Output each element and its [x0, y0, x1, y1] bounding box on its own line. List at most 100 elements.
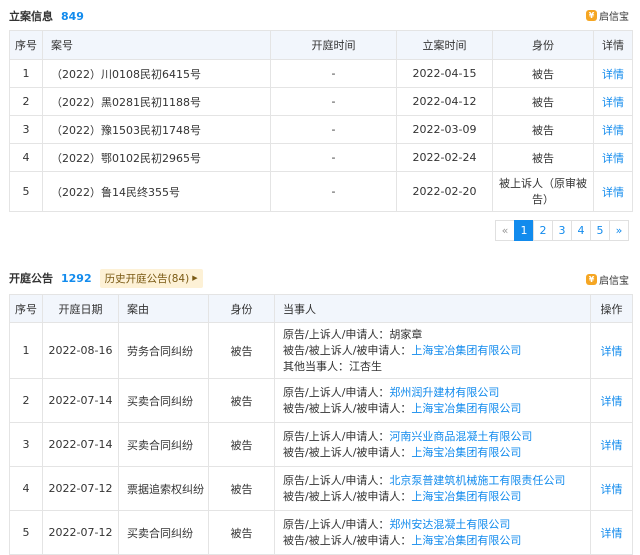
detail-link[interactable]: 详情	[590, 322, 633, 379]
page-button-1[interactable]: 1	[514, 220, 534, 241]
party-label: 原告/上诉人/申请人：	[283, 517, 390, 531]
party-label: 原告/上诉人/申请人：	[283, 385, 390, 399]
history-hearings-link[interactable]: 历史开庭公告(84) ▶	[99, 268, 203, 288]
filing-count: 849	[61, 9, 84, 23]
party-name-link[interactable]: 上海宝冶集团有限公司	[411, 534, 521, 547]
table-row: 1 2022-08-16 劳务合同纠纷 被告 原告/上诉人/申请人：胡家章 被告/被上诉人…	[9, 322, 633, 379]
case-number: （2022）鲁14民终355号	[42, 171, 271, 212]
detail-link[interactable]: 详情	[593, 143, 633, 172]
party-name-link[interactable]: 上海宝冶集团有限公司	[411, 490, 521, 503]
table-row: 2 2022-07-14 买卖合同纠纷 被告 原告/上诉人/申请人：郑州润升建材有限公司…	[9, 378, 633, 423]
party-line: 原告/上诉人/申请人：北京泵普建筑机械施工有限责任公司	[283, 473, 590, 489]
col-header: 身份	[492, 30, 594, 60]
case-number: （2022）川0108民初6415号	[42, 59, 271, 88]
party-name-link[interactable]: 郑州安达混凝土有限公司	[389, 518, 510, 531]
brand-mark: ¥ 启信宝	[586, 272, 629, 287]
table-row: 5 2022-07-12 买卖合同纠纷 被告 原告/上诉人/申请人：郑州安达混凝土有限公…	[9, 510, 633, 555]
party-line: 被告/被上诉人/被申请人：上海宝冶集团有限公司	[283, 401, 590, 417]
party-name-link[interactable]: 郑州润升建材有限公司	[389, 386, 499, 399]
table-row: 2 （2022）黑0281民初1188号 -2022-04-12 被告 详情	[9, 87, 633, 116]
col-header: 立案时间	[396, 30, 493, 60]
party-label: 其他当事人：	[283, 359, 349, 373]
hearing-time: -	[270, 115, 397, 144]
col-header: 当事人	[274, 294, 591, 323]
page-button-4[interactable]: 4	[571, 220, 591, 241]
detail-link[interactable]: 详情	[593, 171, 633, 212]
party-label: 被告/被上诉人/被申请人：	[283, 445, 412, 459]
detail-link[interactable]: 详情	[593, 59, 633, 88]
party-role: 被告	[492, 59, 594, 88]
party-role: 被告	[208, 422, 275, 467]
page-prev-button[interactable]: «	[495, 220, 515, 241]
detail-link[interactable]: 详情	[590, 466, 633, 511]
case-cause: 买卖合同纠纷	[118, 378, 209, 423]
detail-link[interactable]: 详情	[590, 378, 633, 423]
party-name-link[interactable]: 上海宝冶集团有限公司	[411, 344, 521, 357]
page-button-3[interactable]: 3	[552, 220, 572, 241]
col-header: 操作	[590, 294, 633, 323]
chevron-right-icon: ▶	[192, 274, 198, 282]
hearing-time: -	[270, 171, 397, 212]
case-number: （2022）鄂0102民初2965号	[42, 143, 271, 172]
row-number: 4	[9, 143, 43, 172]
filing-header-row: 序号 案号 开庭时间 立案时间 身份 详情	[9, 30, 633, 60]
party-role: 被告	[492, 143, 594, 172]
col-header: 开庭时间	[270, 30, 397, 60]
party-label: 原告/上诉人/申请人：	[283, 429, 390, 443]
table-row: 4 2022-07-12 票据追索权纠纷 被告 原告/上诉人/申请人：北京泵普建筑机械施…	[9, 466, 633, 511]
case-cause: 买卖合同纠纷	[118, 422, 209, 467]
page-button-5[interactable]: 5	[590, 220, 610, 241]
party-line: 被告/被上诉人/被申请人：上海宝冶集团有限公司	[283, 533, 590, 549]
detail-link[interactable]: 详情	[593, 87, 633, 116]
pagination: « 1 2 3 4 5 »	[495, 220, 629, 241]
row-number: 1	[9, 59, 43, 88]
row-number: 2	[9, 87, 43, 116]
brand-label: 启信宝	[599, 12, 629, 23]
row-number: 3	[9, 422, 43, 467]
party-name-link[interactable]: 上海宝冶集团有限公司	[411, 402, 521, 415]
detail-link[interactable]: 详情	[590, 422, 633, 467]
case-cause: 劳务合同纠纷	[118, 322, 209, 379]
brand-logo-icon: ¥	[586, 10, 597, 21]
page-next-button[interactable]: »	[609, 220, 629, 241]
hearing-title: 开庭公告	[9, 272, 53, 285]
hearing-date: 2022-07-12	[42, 466, 119, 511]
party-role: 被告	[208, 510, 275, 555]
party-label: 被告/被上诉人/被申请人：	[283, 343, 412, 357]
parties-cell: 原告/上诉人/申请人：胡家章 被告/被上诉人/被申请人：上海宝冶集团有限公司 其他当…	[274, 322, 591, 379]
party-name-link[interactable]: 上海宝冶集团有限公司	[411, 446, 521, 459]
party-role: 被告	[208, 322, 275, 379]
party-role: 被告	[492, 115, 594, 144]
table-row: 3 2022-07-14 买卖合同纠纷 被告 原告/上诉人/申请人：河南兴业商品混凝土有…	[9, 422, 633, 467]
brand-logo-icon: ¥	[586, 274, 597, 285]
party-line: 原告/上诉人/申请人：郑州安达混凝土有限公司	[283, 517, 590, 533]
filing-title: 立案信息	[9, 10, 53, 23]
party-name-link[interactable]: 河南兴业商品混凝土有限公司	[389, 430, 532, 443]
parties-cell: 原告/上诉人/申请人：河南兴业商品混凝土有限公司 被告/被上诉人/被申请人：上海宝…	[274, 422, 591, 467]
col-header: 详情	[593, 30, 633, 60]
hearing-section-header: 开庭公告 1292 历史开庭公告(84) ▶	[9, 268, 203, 288]
party-name-link[interactable]: 北京泵普建筑机械施工有限责任公司	[389, 474, 565, 487]
party-name: 江杏生	[349, 359, 382, 373]
filing-date: 2022-02-24	[396, 143, 493, 172]
party-role: 被上诉人（原审被告）	[492, 171, 594, 212]
party-line: 原告/上诉人/申请人：河南兴业商品混凝土有限公司	[283, 429, 590, 445]
party-label: 原告/上诉人/申请人：	[283, 473, 390, 487]
party-line: 其他当事人：江杏生	[283, 359, 590, 375]
parties-cell: 原告/上诉人/申请人：郑州润升建材有限公司被告/被上诉人/被申请人：上海宝冶集团…	[274, 378, 591, 423]
hearing-date: 2022-07-12	[42, 510, 119, 555]
case-cause: 买卖合同纠纷	[118, 510, 209, 555]
parties-cell: 原告/上诉人/申请人：郑州安达混凝土有限公司 被告/被上诉人/被申请人：上海宝冶集…	[274, 510, 591, 555]
detail-link[interactable]: 详情	[590, 510, 633, 555]
filing-section-header: 立案信息 849	[9, 6, 84, 26]
page-button-2[interactable]: 2	[533, 220, 553, 241]
party-line: 被告/被上诉人/被申请人：上海宝冶集团有限公司	[283, 343, 590, 359]
col-header: 案号	[42, 30, 271, 60]
row-number: 4	[9, 466, 43, 511]
col-header: 序号	[9, 30, 43, 60]
detail-link[interactable]: 详情	[593, 115, 633, 144]
table-row: 1 （2022）川0108民初6415号 -2022-04-15 被告 详情	[9, 59, 633, 88]
hearing-date: 2022-07-14	[42, 422, 119, 467]
col-header: 开庭日期	[42, 294, 119, 323]
party-label: 被告/被上诉人/被申请人：	[283, 489, 412, 503]
